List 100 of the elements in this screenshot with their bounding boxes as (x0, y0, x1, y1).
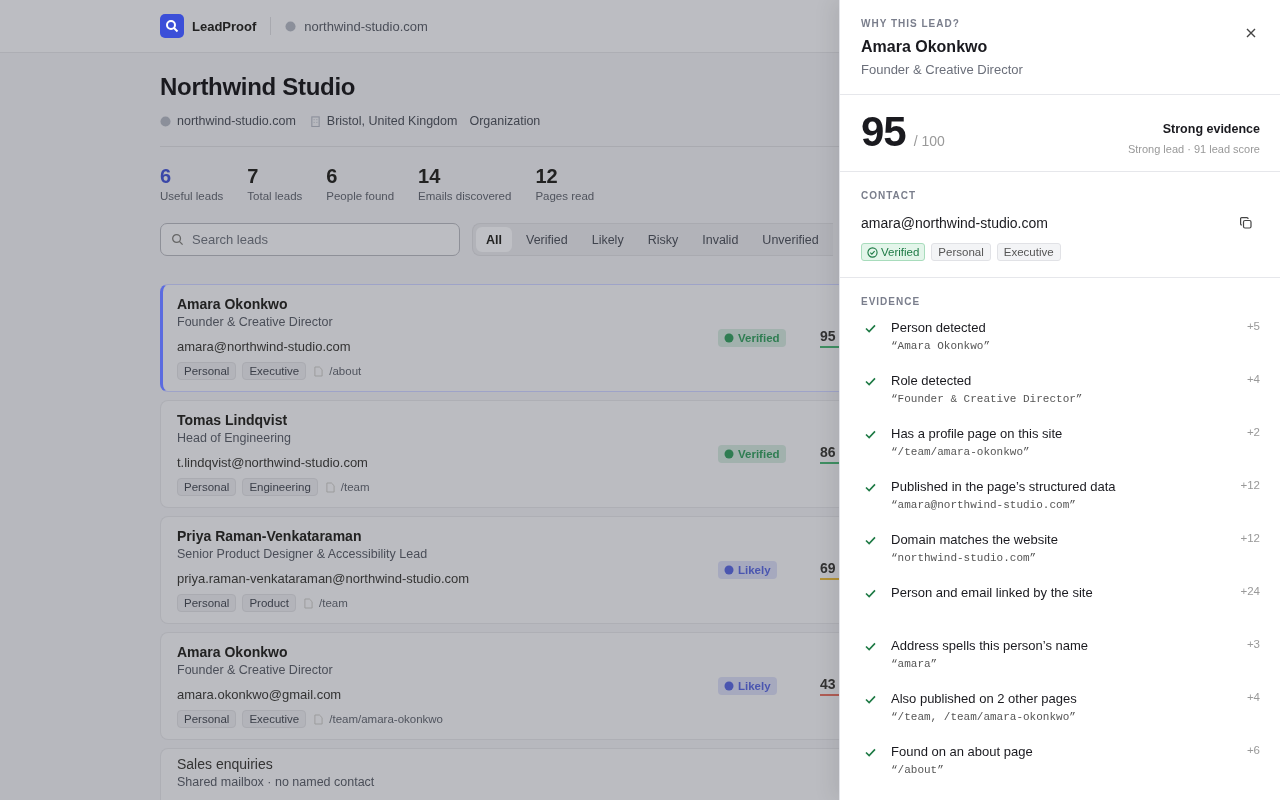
lead-role: Founder & Creative Director (177, 315, 334, 329)
filter-tab[interactable]: Verified (516, 227, 578, 252)
status-badge: Likely (718, 561, 777, 579)
lead-card[interactable]: Priya Raman-Venkataraman Senior Product Designer & Accessibility Lead priya.raman-venkataraman@northwind-studio.com Personal Product /team Likely 69 (160, 516, 840, 624)
search-icon (171, 233, 184, 246)
lead-note: Shared mailbox · no named contact (177, 775, 376, 789)
company-name: Northwind Studio (160, 73, 357, 101)
app-name: LeadProof (192, 18, 257, 34)
lead-tag: Personal (177, 710, 237, 728)
lead-tag: Personal (177, 362, 237, 380)
lead-card[interactable]: Sales enquiries Shared mailbox · no named contact (160, 748, 840, 800)
lead-tag: Personal (177, 478, 237, 496)
section-heading: EVIDENCE (861, 296, 922, 308)
building-icon (309, 115, 321, 127)
status-badge: Verified (718, 329, 786, 347)
evidence-title: Person detected (891, 320, 987, 336)
lead-email: priya.raman-venkataraman@northwind-studio.com (177, 571, 471, 586)
evidence-quote: “Amara Okonkwo” (891, 340, 992, 353)
evidence-points: +4 (1246, 691, 1260, 704)
evidence-points: +24 (1240, 585, 1260, 598)
evidence-quote: “/about” (891, 764, 945, 777)
status-dot-icon (724, 449, 734, 459)
lead-role: Head of Engineering (177, 431, 292, 445)
status-dot-icon (724, 681, 734, 691)
lead-name: Amara Okonkwo (177, 644, 289, 660)
search-field[interactable]: Search leads (160, 223, 460, 256)
lead-score: 69 (820, 560, 836, 576)
lead-name: Priya Raman-Venkataraman (177, 528, 363, 544)
stat-value: 6 (326, 165, 339, 188)
evidence-title: Published in the page’s structured data (891, 479, 1117, 495)
lead-name: Amara Okonkwo (177, 296, 289, 312)
check-icon (865, 483, 876, 493)
evidence-quote: “Founder & Creative Director” (891, 393, 1084, 406)
evidence-points: +2 (1246, 426, 1260, 439)
verified-badge: Verified (861, 243, 926, 262)
company-type: Organization (469, 114, 541, 128)
evidence-title: Has a profile page on this site (891, 426, 1064, 442)
filter-tab[interactable]: Invalid (692, 227, 749, 252)
panel-role: Founder & Creative Director (861, 62, 1023, 77)
panel-name: Amara Okonkwo (861, 38, 989, 56)
lead-email: t.lindqvist@northwind-studio.com (177, 455, 369, 470)
evidence-title: Address spells this person’s name (891, 638, 1090, 654)
evidence-title: Domain matches the website (891, 532, 1059, 548)
lead-source: /team (340, 481, 370, 493)
filter-tab[interactable]: All (476, 227, 512, 252)
document-icon (304, 597, 314, 609)
status-badge: Likely (718, 677, 777, 695)
check-icon (865, 377, 876, 387)
company-website: northwind-studio.com (177, 114, 296, 128)
status-badge: Verified (718, 445, 786, 463)
check-circle-icon (867, 246, 878, 258)
check-icon (865, 642, 876, 652)
check-icon (865, 430, 876, 440)
status-dot-icon (724, 333, 734, 343)
lead-score: 95 (820, 328, 836, 344)
evidence-title: Also published on 2 other pages (891, 691, 1078, 707)
lead-score: 43 (820, 676, 836, 692)
filter-tab[interactable]: Likely (581, 227, 634, 252)
lead-tag: Executive (242, 710, 307, 728)
lead-role: Senior Product Designer & Accessibility Lead (177, 547, 429, 561)
lead-tag: Personal (177, 594, 237, 612)
stat-value: 6 (160, 165, 173, 188)
lead-source: /about (329, 365, 362, 377)
stat-label: People found (326, 190, 395, 202)
close-icon (1246, 28, 1256, 38)
lead-role: Founder & Creative Director (177, 663, 334, 677)
lead-tag: Executive (242, 362, 307, 380)
logo-icon (160, 14, 184, 38)
lead-tag: Product (242, 594, 297, 612)
lead-email: amara.okonkwo@gmail.com (177, 687, 343, 702)
evidence-quote: “northwind-studio.com” (891, 552, 1038, 565)
lead-card[interactable]: Amara Okonkwo Founder & Creative Director amara.okonkwo@gmail.com Personal Executive /team/amara-okonkwo Likely 43 (160, 632, 840, 740)
lead-source: /team/amara-okonkwo (329, 713, 444, 725)
contact-tag: Executive (996, 243, 1061, 262)
stat-label: Useful leads (160, 190, 224, 202)
evidence-quote: “amara” (891, 658, 939, 671)
evidence-points: +4 (1246, 373, 1260, 386)
lead-card[interactable]: Tomas Lindqvist Head of Engineering t.lindqvist@northwind-studio.com Personal Engineering /team Verified 86 (160, 400, 840, 508)
stat-label: Emails discovered (418, 190, 512, 202)
lead-name: Sales enquiries (177, 756, 274, 772)
score-max: / 100 (913, 133, 945, 149)
evidence-points: +5 (1246, 320, 1260, 333)
check-icon (865, 536, 876, 546)
verdict-text: Strong evidence (1162, 122, 1260, 137)
document-icon (314, 365, 324, 377)
filter-tab[interactable]: Unverified (752, 227, 829, 252)
panel-eyebrow: WHY THIS LEAD? (861, 18, 961, 29)
domain-text: northwind-studio.com (304, 18, 428, 34)
stat-value: 7 (247, 165, 260, 188)
stat-value: 12 (535, 165, 559, 188)
contact-email: amara@northwind-studio.com (861, 215, 1048, 232)
lead-score: 86 (820, 444, 836, 460)
filter-tab[interactable]: Risky (637, 227, 689, 252)
lead-card[interactable]: Amara Okonkwo Founder & Creative Director amara@northwind-studio.com Personal Executive /about Verified 95 (160, 284, 840, 392)
lead-source: /team (319, 597, 348, 609)
evidence-quote: “/team/amara-okonkwo” (891, 446, 1031, 459)
evidence-points: +12 (1240, 479, 1260, 492)
check-icon (865, 695, 876, 705)
copy-button[interactable] (1238, 215, 1254, 232)
evidence-title: Person and email linked by the site (891, 585, 1094, 601)
